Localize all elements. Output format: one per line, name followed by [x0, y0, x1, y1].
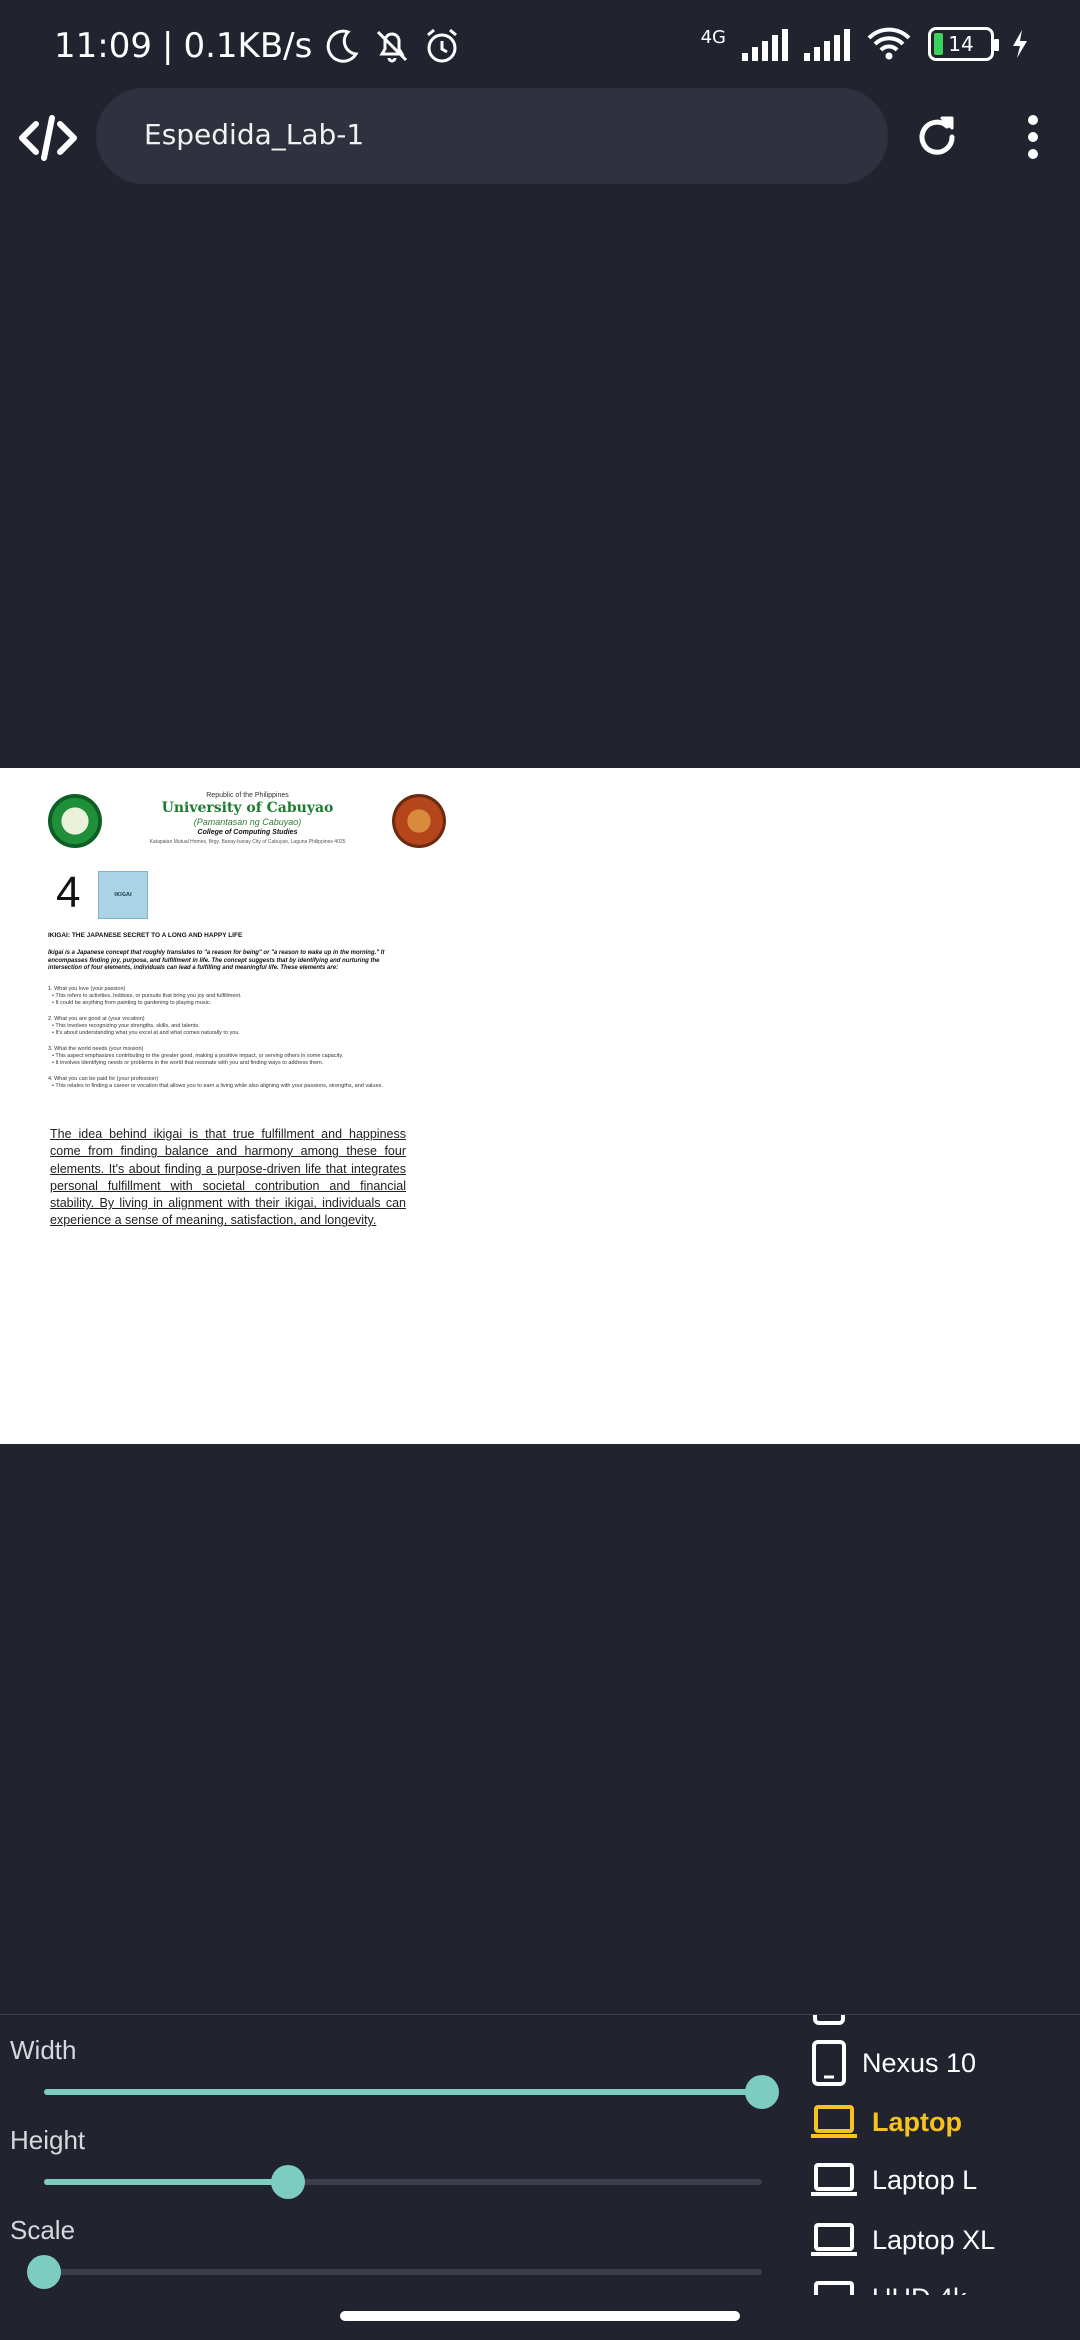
height-slider-thumb[interactable]: [271, 2165, 306, 2199]
device-item-laptop[interactable]: Laptop: [810, 2103, 962, 2141]
scale-slider[interactable]: [27, 2255, 762, 2289]
list-item: 4. What you can be paid for (your profes…: [48, 1076, 410, 1090]
battery-level: 14: [948, 32, 974, 56]
responsive-controls-panel: Width Height Scale Nexus 10 Laptop Lapto…: [0, 2014, 1080, 2340]
code-view-icon[interactable]: [18, 108, 78, 168]
list-item: 1. What you love (your passion) • This r…: [48, 986, 410, 1007]
device-label: Laptop XL: [872, 2224, 996, 2255]
list-item-title: 3. What the world needs (your mission): [48, 1046, 144, 1052]
lab-number: 4: [56, 868, 81, 917]
header-address: Katapatan Mutual Homes, Brgy. Banay-bana…: [149, 839, 346, 845]
height-slider[interactable]: [44, 2165, 762, 2199]
laptop-icon: [811, 2163, 857, 2196]
list-item-title: 4. What you can be paid for (your profes…: [48, 1076, 159, 1082]
device-item-laptop-xl[interactable]: Laptop XL: [810, 2221, 995, 2259]
list-item-bullet: • It's about understanding what you exce…: [52, 1030, 240, 1036]
status-bar: 11:09 | 0.1KB/s 4G 14: [0, 0, 1080, 90]
device-item-uhd-4k[interactable]: UHD 4k: [810, 2279, 967, 2295]
toolbar: Espedida_Lab-1: [0, 88, 1080, 188]
list-item-bullet: • This relates to finding a career or vo…: [52, 1083, 383, 1089]
list-item-bullet: • This involves recognizing your strengt…: [52, 1023, 200, 1029]
height-slider-fill: [44, 2179, 289, 2185]
document-header: Republic of the Philippines University o…: [50, 780, 445, 845]
college-seal-right: [392, 794, 446, 848]
status-left: 11:09 | 0.1KB/s: [54, 26, 462, 66]
tablet-icon: [813, 2015, 845, 2025]
device-label: UHD 4k: [872, 2283, 967, 2296]
battery-icon: 14: [928, 27, 999, 61]
status-right: 4G 14: [701, 26, 1030, 62]
list-item-title: 2. What you are good at (your vocation): [48, 1016, 145, 1022]
ikigai-image: IKIGAI: [98, 871, 148, 919]
document-paragraph: The idea behind ikigai is that true fulf…: [50, 1127, 406, 1228]
list-item: 2. What you are good at (your vocation) …: [48, 1016, 410, 1037]
height-label: Height: [10, 2125, 86, 2155]
header-university: University of Cabuyao: [161, 800, 334, 816]
device-item-nexus-10[interactable]: Nexus 10: [810, 2039, 976, 2087]
list-item-title: 1. What you love (your passion): [48, 986, 126, 992]
device-item-laptop-l[interactable]: Laptop L: [810, 2161, 977, 2199]
width-slider[interactable]: [44, 2075, 779, 2109]
laptop-icon: [811, 2105, 857, 2138]
status-speed: 0.1KB/s: [183, 26, 313, 66]
scale-slider-thumb[interactable]: [27, 2255, 61, 2289]
wifi-icon: [867, 27, 911, 60]
list-item-bullet: • It involves identifying needs or probl…: [52, 1060, 324, 1066]
url-bar[interactable]: Espedida_Lab-1: [96, 88, 888, 184]
list-item: 3. What the world needs (your mission) •…: [48, 1046, 410, 1067]
header-pamantasan: (Pamantasan ng Cabuyao): [193, 817, 302, 827]
ikigai-image-caption: IKIGAI: [114, 892, 132, 898]
home-indicator[interactable]: [340, 2311, 740, 2321]
status-time: 11:09: [54, 26, 152, 66]
status-separator: |: [161, 26, 174, 66]
bell-off-icon: [377, 30, 408, 63]
scale-label: Scale: [10, 2215, 76, 2245]
header-college: College of Computing Studies: [197, 829, 298, 836]
list-item-bullet: • It could be anything from painting to …: [52, 1000, 212, 1006]
tablet-icon: [812, 2040, 846, 2086]
device-list[interactable]: Nexus 10 Laptop Laptop L Laptop XL UHD 4…: [800, 2015, 1080, 2295]
laptop-icon: [811, 2223, 857, 2256]
element-list: 1. What you love (your passion) • This r…: [48, 986, 410, 1099]
alarm-icon: [427, 28, 458, 63]
reload-icon[interactable]: [912, 112, 962, 162]
list-item-bullet: • This aspect emphasizes contributing to…: [52, 1053, 344, 1059]
width-label: Width: [10, 2035, 77, 2065]
signal-icon-2: [804, 27, 850, 61]
device-label: Laptop: [872, 2106, 962, 2137]
document-title: IKIGAI: THE JAPANESE SECRET TO A LONG AN…: [48, 932, 243, 939]
width-slider-fill: [44, 2089, 762, 2095]
network-type: 4G: [700, 26, 726, 48]
signal-icon: [742, 27, 788, 61]
charging-icon: [1013, 30, 1027, 58]
list-item-bullet: • This refers to activities, hobbies, or…: [52, 993, 242, 999]
url-text: Espedida_Lab-1: [144, 118, 365, 151]
device-label: Laptop L: [872, 2164, 978, 2195]
laptop-icon: [814, 2281, 854, 2295]
document-intro: Ikigai is a Japanese concept that roughl…: [48, 950, 385, 971]
width-slider-thumb[interactable]: [745, 2075, 779, 2109]
header-republic: Republic of the Philippines: [206, 792, 289, 799]
document-preview[interactable]: Republic of the Philippines University o…: [0, 768, 1080, 1444]
device-label: Nexus 10: [862, 2047, 977, 2078]
more-vert-icon[interactable]: [1018, 112, 1048, 162]
moon-icon: [327, 29, 359, 63]
